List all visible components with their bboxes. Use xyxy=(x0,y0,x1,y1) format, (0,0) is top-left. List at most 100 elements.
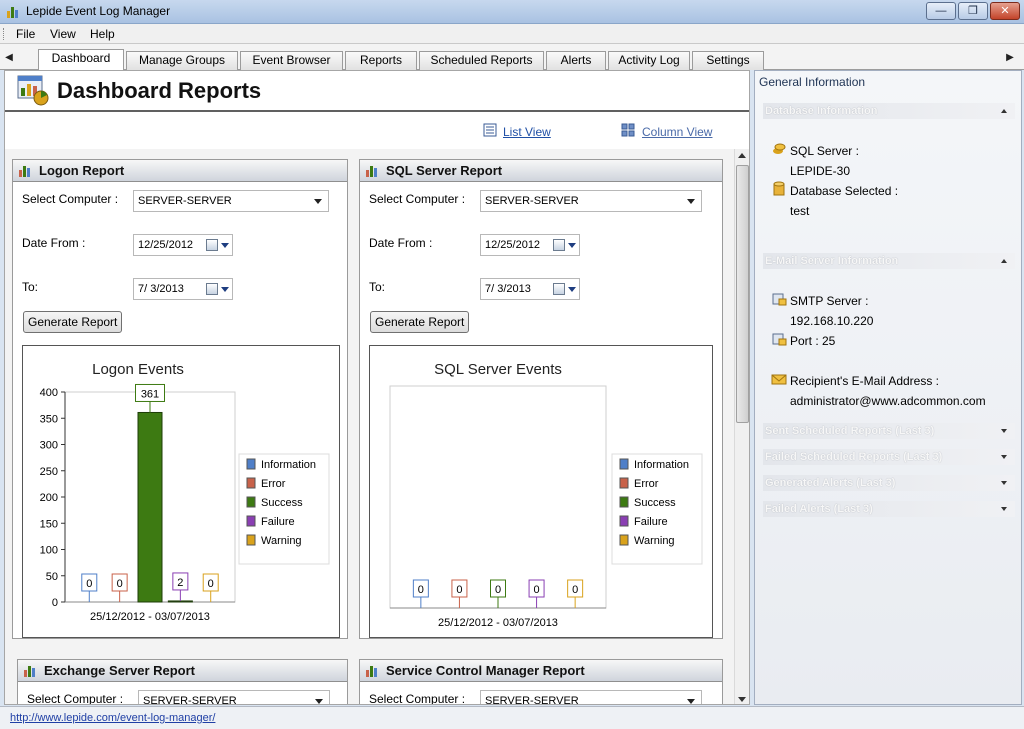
data-label: 0 xyxy=(86,578,92,590)
chevron-down-icon xyxy=(568,287,576,292)
x-axis-label: 25/12/2012 - 03/07/2013 xyxy=(438,617,558,629)
tab-scheduled-reports[interactable]: Scheduled Reports xyxy=(419,51,544,70)
app-logo-icon xyxy=(7,7,18,18)
dashboard-main: Dashboard Reports List View Column View … xyxy=(4,70,750,705)
product-url-link[interactable]: http://www.lepide.com/event-log-manager/ xyxy=(10,712,215,724)
smtp-server-icon xyxy=(772,293,787,306)
tab-manage-groups[interactable]: Manage Groups xyxy=(126,51,238,70)
column-view-link[interactable]: Column View xyxy=(642,125,712,139)
database-icon xyxy=(773,181,785,196)
tab-reports[interactable]: Reports xyxy=(345,51,417,70)
tab-alerts[interactable]: Alerts xyxy=(546,51,606,70)
page-title: Dashboard Reports xyxy=(57,78,262,103)
report-chart-icon xyxy=(19,166,30,177)
chevron-up-icon xyxy=(1001,109,1007,113)
minimize-button[interactable]: — xyxy=(926,2,956,20)
port-value: Port : 25 xyxy=(790,334,836,348)
column-view-icon[interactable] xyxy=(621,123,635,137)
sql-date-from-picker[interactable]: 12/25/2012 xyxy=(480,234,580,256)
calendar-icon xyxy=(553,239,565,251)
database-information-header[interactable]: Database Information xyxy=(763,103,1015,119)
date-from-label: Date From : xyxy=(369,236,433,250)
data-label: 0 xyxy=(418,584,424,596)
tab-dashboard[interactable]: Dashboard xyxy=(38,49,124,71)
date-to-label: To: xyxy=(369,280,386,294)
tab-scroll-left-icon[interactable]: ◀ xyxy=(3,52,15,66)
logon-date-to-value: 7/ 3/2013 xyxy=(138,283,184,295)
legend-swatch xyxy=(246,458,256,470)
vertical-scrollbar[interactable] xyxy=(734,149,749,704)
y-tick-label: 150 xyxy=(40,518,58,530)
list-view-icon[interactable] xyxy=(483,123,497,137)
scm-report-header: Service Control Manager Report xyxy=(360,660,722,682)
report-chart-icon xyxy=(24,666,35,677)
menu-grip xyxy=(3,28,6,40)
generated-alerts-header[interactable]: Generated Alerts (Last 3) xyxy=(763,475,1015,491)
date-to-label: To: xyxy=(22,280,39,294)
plot-area xyxy=(389,385,607,609)
bar-success xyxy=(137,411,163,603)
logon-date-from-picker[interactable]: 12/25/2012 xyxy=(133,234,233,256)
scroll-down-icon[interactable] xyxy=(738,697,746,702)
sent-scheduled-reports-header[interactable]: Sent Scheduled Reports (Last 3) xyxy=(763,423,1015,439)
menu-view[interactable]: View xyxy=(50,27,76,41)
data-label: 0 xyxy=(208,578,214,590)
logon-generate-report-button[interactable]: Generate Report xyxy=(23,311,123,333)
failed-alerts-header[interactable]: Failed Alerts (Last 3) xyxy=(763,501,1015,517)
select-computer-label: Select Computer : xyxy=(369,692,466,705)
chevron-down-icon xyxy=(1001,429,1007,433)
select-computer-label: Select Computer : xyxy=(27,692,124,705)
close-button[interactable]: ✕ xyxy=(990,2,1020,20)
failed-scheduled-reports-header[interactable]: Failed Scheduled Reports (Last 3) xyxy=(763,449,1015,465)
sql-server-label: SQL Server : xyxy=(790,144,859,158)
logon-date-to-picker[interactable]: 7/ 3/2013 xyxy=(133,278,233,300)
y-tick-label: 100 xyxy=(40,545,58,557)
data-label: 2 xyxy=(177,577,183,589)
section-title: Database Information xyxy=(765,105,878,117)
tab-activity-log[interactable]: Activity Log xyxy=(608,51,690,70)
list-view-link[interactable]: List View xyxy=(503,125,551,139)
legend-label: Error xyxy=(261,478,286,490)
exchange-computer-select[interactable]: SERVER-SERVER xyxy=(138,690,330,704)
legend-swatch xyxy=(246,534,256,546)
data-label: 0 xyxy=(456,584,462,596)
database-selected-label: Database Selected : xyxy=(790,184,899,198)
data-label: 361 xyxy=(141,388,159,400)
logon-events-chart-svg: Logon Events 0 50 100 150 200 250 300 350 400 0 0 36… xyxy=(40,361,330,623)
scm-computer-select[interactable]: SERVER-SERVER xyxy=(480,690,702,705)
logon-report-header: Logon Report xyxy=(13,160,347,182)
legend-swatch xyxy=(246,496,256,508)
sql-server-events-chart-svg: SQL Server Events 0 0 0 0 0 25/12/2012 - 03/07… xyxy=(389,361,703,629)
legend-label: Failure xyxy=(634,516,668,528)
legend-label: Warning xyxy=(634,535,675,547)
legend-label: Success xyxy=(634,497,676,509)
legend-swatch xyxy=(619,534,629,546)
sql-date-to-picker[interactable]: 7/ 3/2013 xyxy=(480,278,580,300)
email-server-information-header[interactable]: E-Mail Server Information xyxy=(763,253,1015,269)
page-header: Dashboard Reports xyxy=(5,71,749,112)
sql-server-report-panel: SQL Server Report Select Computer : SERV… xyxy=(359,159,723,639)
scrollbar-thumb[interactable] xyxy=(736,165,749,423)
port-icon xyxy=(772,333,787,346)
recipient-email-label: Recipient's E-Mail Address : xyxy=(790,374,940,388)
tab-event-browser[interactable]: Event Browser xyxy=(240,51,343,70)
maximize-button[interactable]: ❐ xyxy=(958,2,988,20)
logon-computer-value: SERVER-SERVER xyxy=(138,195,232,207)
scroll-up-icon[interactable] xyxy=(738,153,746,158)
tab-settings[interactable]: Settings xyxy=(692,51,764,70)
tab-scroll-right-icon[interactable]: ▶ xyxy=(1004,52,1016,66)
calendar-icon xyxy=(553,283,565,295)
exchange-report-panel: Exchange Server Report Select Computer :… xyxy=(17,659,348,705)
menu-help[interactable]: Help xyxy=(90,27,115,41)
report-chart-icon xyxy=(366,666,377,677)
sql-computer-value: SERVER-SERVER xyxy=(485,195,579,207)
menu-bar: File View Help xyxy=(0,24,1024,44)
menu-file[interactable]: File xyxy=(16,27,35,41)
scm-computer-value: SERVER-SERVER xyxy=(485,695,579,705)
logon-computer-select[interactable]: SERVER-SERVER xyxy=(133,190,329,212)
smtp-server-label: SMTP Server : xyxy=(790,294,869,308)
legend-label: Information xyxy=(261,459,316,471)
sql-generate-report-button[interactable]: Generate Report xyxy=(370,311,470,333)
sql-computer-select[interactable]: SERVER-SERVER xyxy=(480,190,702,212)
legend-label: Warning xyxy=(261,535,302,547)
